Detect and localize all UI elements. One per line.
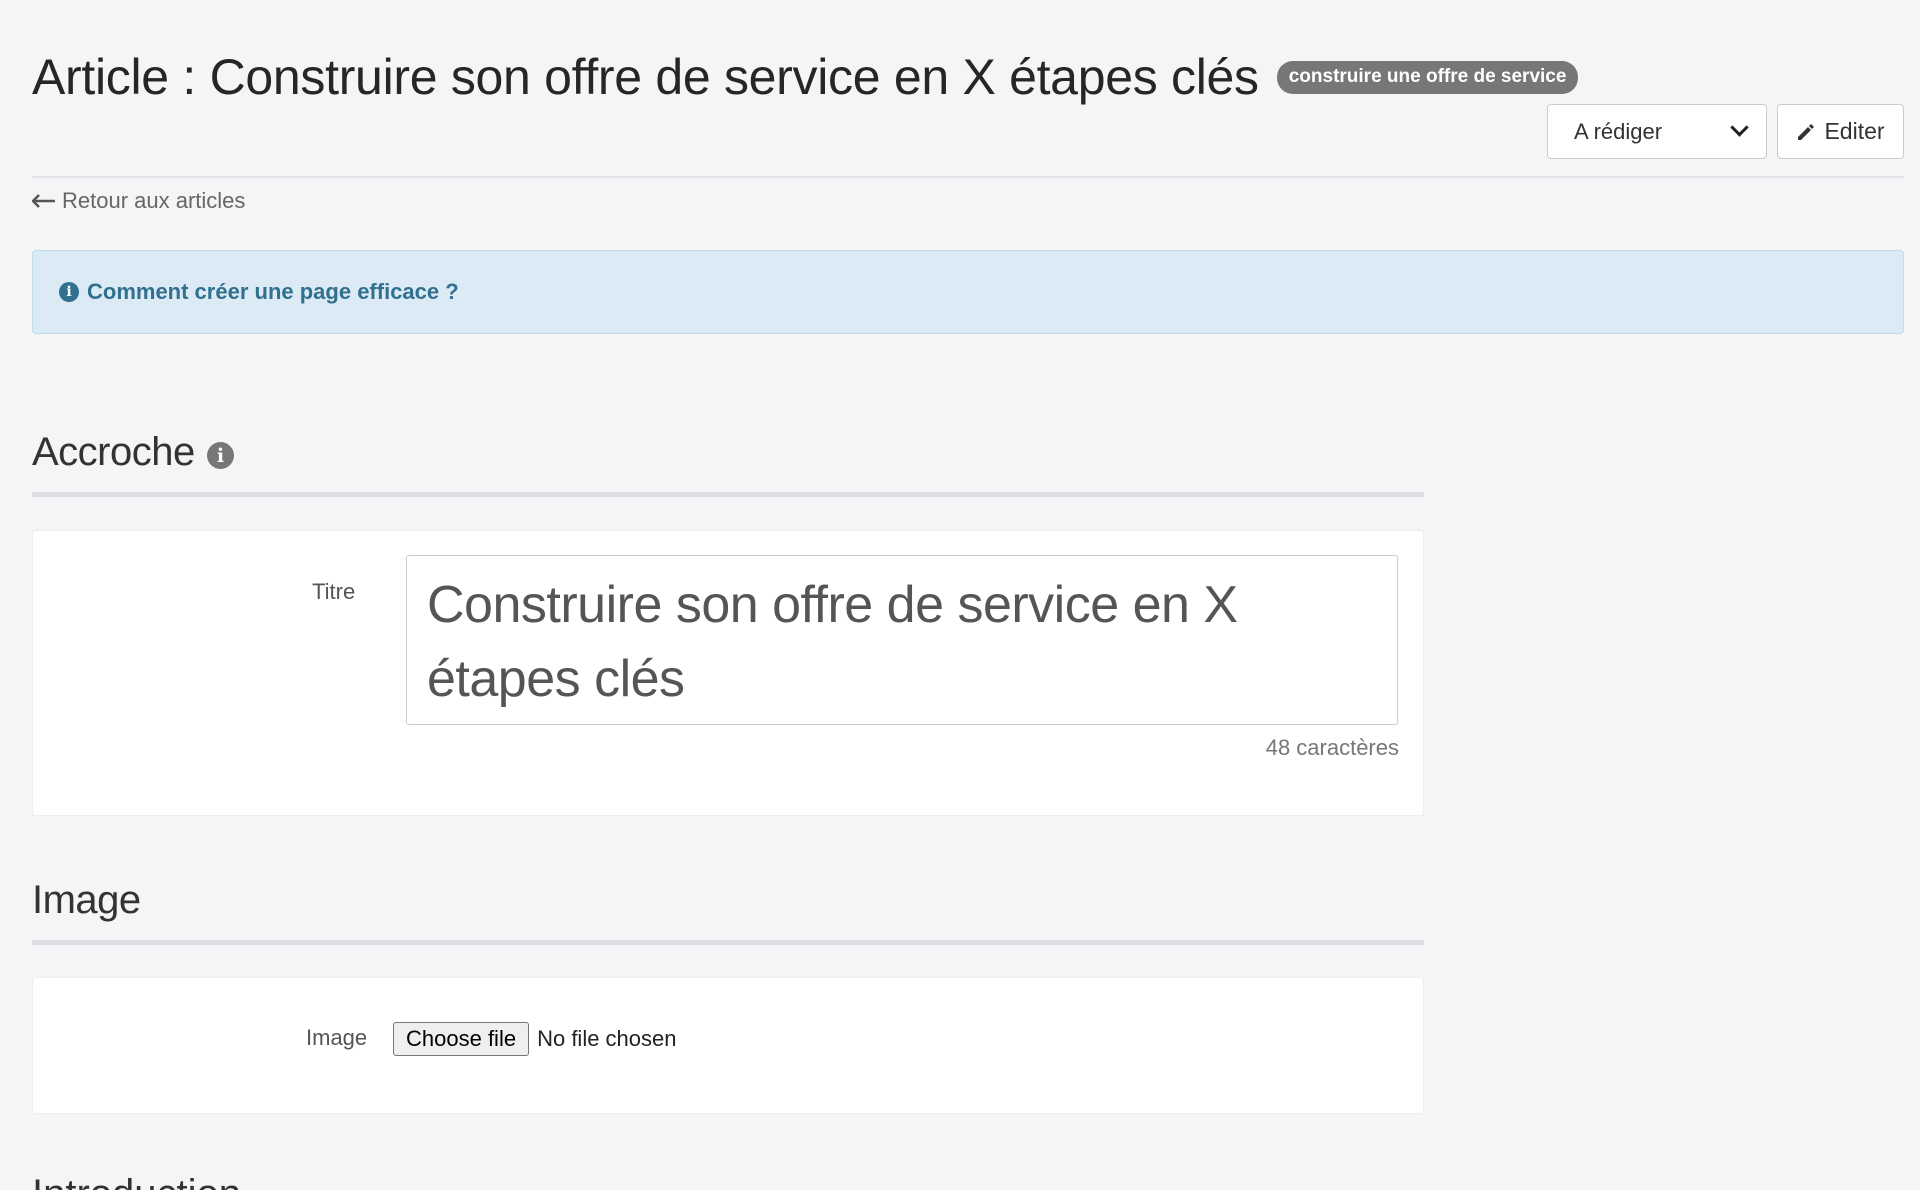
section-title-introduction: Introduction (32, 1172, 241, 1190)
section-title-image: Image (32, 878, 141, 923)
image-panel: Image Choose file No file chosen (32, 977, 1424, 1114)
back-link-label: Retour aux articles (62, 188, 246, 213)
section-rule (32, 940, 1424, 945)
info-circle-icon[interactable]: i (206, 442, 234, 469)
edit-button[interactable]: Editer (1777, 104, 1904, 159)
info-alert[interactable]: i Comment créer une page efficace ? (32, 250, 1904, 334)
info-alert-text: Comment créer une page efficace ? (87, 279, 459, 304)
page: Article : Construire son offre de servic… (0, 0, 1920, 1190)
page-title: Article : Construire son offre de servic… (32, 49, 1259, 105)
edit-button-label: Editer (1824, 118, 1885, 144)
back-to-articles-link[interactable]: Retour aux articles (32, 188, 245, 214)
section-rule (32, 492, 1424, 497)
section-title-text: Accroche (32, 430, 195, 474)
section-title-text: Image (32, 878, 141, 922)
category-badge: construire une offre de service (1276, 60, 1579, 94)
arrow-left-icon (32, 194, 55, 208)
choose-file-button[interactable]: Choose file (393, 1022, 530, 1056)
info-circle-icon: i (59, 282, 79, 302)
file-status: No file chosen (537, 1026, 677, 1051)
status-select-value: A rédiger (1574, 118, 1663, 144)
pencil-icon (1798, 123, 1815, 140)
image-field-label: Image (306, 1025, 368, 1050)
header: Article : Construire son offre de servic… (32, 48, 1579, 106)
section-title-accroche: Accroche i (32, 430, 234, 475)
accroche-panel: Titre Construire son offre de service en… (32, 530, 1424, 816)
header-actions: A rédiger Editer (1547, 104, 1904, 159)
image-file-input[interactable]: Choose file No file chosen (393, 1022, 677, 1056)
title-field-label: Titre (312, 579, 356, 604)
chevron-down-icon (1730, 118, 1749, 137)
header-divider (32, 176, 1904, 178)
char-count: 48 caractères (1265, 735, 1399, 760)
title-input[interactable]: Construire son offre de service en X éta… (406, 555, 1398, 725)
status-select[interactable]: A rédiger (1547, 104, 1767, 159)
